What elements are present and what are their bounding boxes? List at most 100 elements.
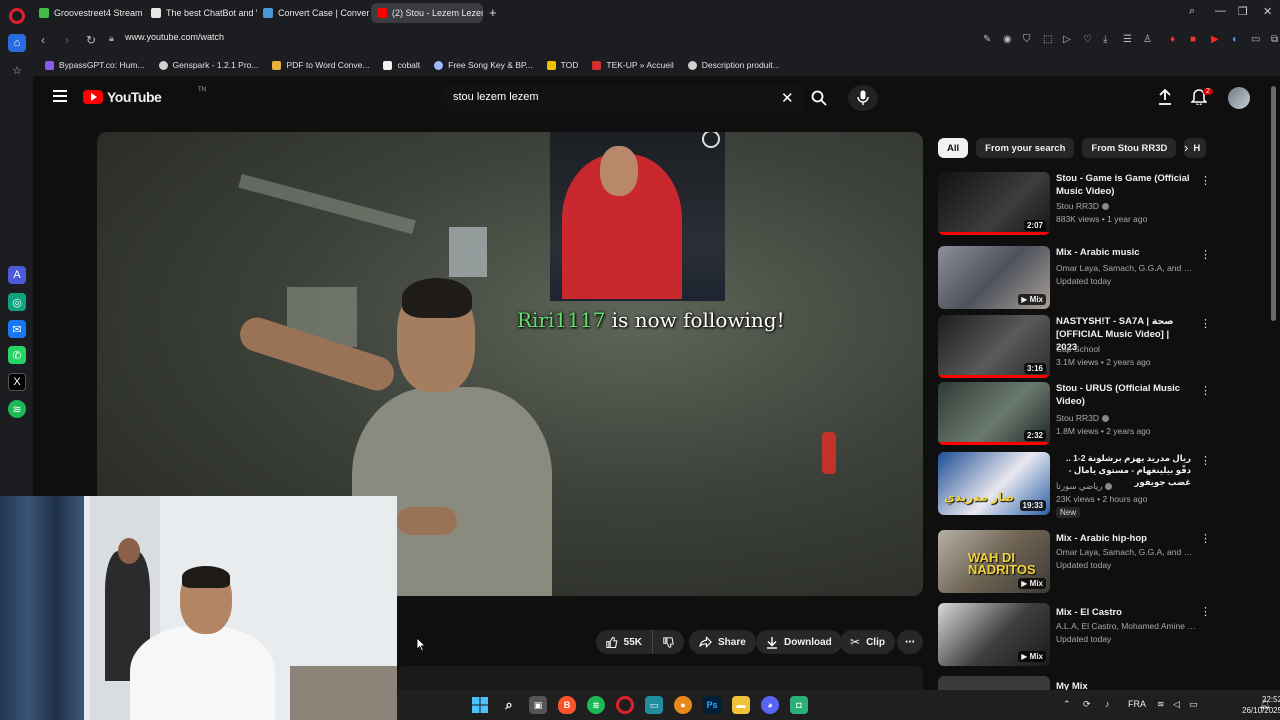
create-upload-icon[interactable] <box>1158 88 1172 110</box>
recommendation-item[interactable]: 2:32 Stou - URUS (Official Music Video) … <box>938 382 1268 448</box>
tray-chevron-up-icon[interactable]: ⌃ <box>1063 699 1071 710</box>
clip-button[interactable]: ✂ Clip <box>840 630 895 654</box>
bookmark-item[interactable]: cobalt <box>383 60 420 70</box>
wifi-icon[interactable]: ≋ <box>1157 699 1165 710</box>
channel-name[interactable]: Cap School <box>1056 343 1196 355</box>
video-thumbnail[interactable]: صار مدريدي 19:33 <box>938 452 1050 515</box>
hamburger-menu-icon[interactable] <box>53 90 67 102</box>
bookmark-item[interactable]: Genspark - 1.2.1 Pro... <box>158 60 258 70</box>
chip-all[interactable]: All <box>938 138 969 158</box>
task-view-icon[interactable]: ▣ <box>529 696 547 714</box>
channel-name[interactable]: Omar Laya, Samach, G.G.A, and more <box>1056 546 1196 558</box>
video-thumbnail[interactable]: 2:32 <box>938 382 1050 445</box>
screenshot-icon[interactable]: ⬚ <box>1043 34 1052 45</box>
forward-icon[interactable]: › <box>65 33 69 47</box>
mix-thumbnail[interactable]: ▶ Mix <box>938 246 1050 309</box>
opera-taskbar-icon[interactable] <box>616 696 634 714</box>
more-vertical-icon[interactable]: ⋮ <box>1200 174 1211 187</box>
aria-icon[interactable]: A <box>8 266 26 284</box>
more-actions-button[interactable]: ⋯ <box>897 630 923 654</box>
video-title[interactable]: My Mix <box>1056 680 1191 690</box>
extension-ad-icon[interactable]: ■ <box>1190 34 1196 45</box>
account-avatar[interactable] <box>1228 87 1250 109</box>
bookmark-item[interactable]: BypassGPT.co: Hum... <box>45 60 145 70</box>
voice-search-button[interactable] <box>848 85 878 111</box>
whatsapp-icon[interactable]: ✆ <box>8 346 26 364</box>
video-title[interactable]: Stou - URUS (Official Music Video) <box>1056 382 1191 408</box>
more-vertical-icon[interactable]: ⋮ <box>1200 605 1211 618</box>
play-icon[interactable]: ▷ <box>1063 34 1071 45</box>
home-icon[interactable]: ⌂ <box>8 34 26 52</box>
spotify-icon[interactable]: ≋ <box>8 400 26 418</box>
file-explorer-icon[interactable]: ▬ <box>732 696 750 714</box>
mix-thumbnail[interactable]: WAH DI NADRITOS ▶ Mix <box>938 530 1050 593</box>
messenger-icon[interactable]: ✉ <box>8 320 26 338</box>
close-window-icon[interactable]: ✕ <box>1263 5 1272 18</box>
bookmark-star-icon[interactable]: ☆ <box>8 61 26 79</box>
clear-search-icon[interactable]: ✕ <box>781 89 794 107</box>
edit-icon[interactable]: ✎ <box>983 34 991 45</box>
minimize-icon[interactable]: — <box>1215 5 1226 17</box>
recommendation-item[interactable]: 2:07 Stou - Game is Game (Official Music… <box>938 172 1268 238</box>
game-app-icon[interactable]: ◘ <box>790 696 808 714</box>
opera-logo-icon[interactable] <box>9 8 25 24</box>
share-button[interactable]: Share <box>689 630 756 654</box>
spotify-taskbar-icon[interactable]: ≋ <box>587 696 605 714</box>
tray-mic-icon[interactable]: ♪ <box>1105 699 1110 709</box>
recommendation-item[interactable]: 3:16 NASTYSH!T - SA7A | صحة [OFFICIAL Mu… <box>938 315 1268 381</box>
more-vertical-icon[interactable]: ⋮ <box>1200 384 1211 397</box>
chip-from-stou[interactable]: From Stou RR3D <box>1082 138 1177 158</box>
profile-icon[interactable]: ♙ <box>1143 34 1152 45</box>
url-field[interactable]: www.youtube.com/watch <box>125 32 224 42</box>
search-button[interactable] <box>803 85 835 111</box>
video-title[interactable]: Mix - El Castro <box>1056 606 1191 619</box>
camera-icon[interactable]: ◉ <box>1003 34 1012 45</box>
language-indicator[interactable]: FRA <box>1128 699 1146 709</box>
search-tabs-icon[interactable]: ⌕ <box>1189 5 1195 18</box>
channel-name[interactable]: Omar Laya, Samach, G.G.A, and more <box>1056 262 1196 274</box>
video-title[interactable]: Mix - Arabic hip-hop <box>1056 532 1191 545</box>
extension-red-icon[interactable]: ♦ <box>1170 34 1175 45</box>
more-vertical-icon[interactable]: ⋮ <box>1200 532 1211 545</box>
extension-wallet-icon[interactable]: ▭ <box>1251 34 1260 45</box>
bookmark-item[interactable]: PDF to Word Conve... <box>272 60 369 70</box>
taskbar-search-icon[interactable]: ⌕ <box>500 696 518 714</box>
easy-setup-icon[interactable]: ☰ <box>1123 34 1132 45</box>
description-panel[interactable] <box>397 666 923 690</box>
app-taskbar-icon[interactable]: ▭ <box>645 696 663 714</box>
mix-thumbnail[interactable]: ▶ Mix <box>938 603 1050 666</box>
photoshop-icon[interactable]: Ps <box>703 696 721 714</box>
extension-youtube-icon[interactable]: ▶ <box>1211 34 1219 45</box>
video-title[interactable]: Stou - Game is Game (Official Music Vide… <box>1056 172 1191 198</box>
mix-thumbnail[interactable] <box>938 676 1050 690</box>
download-button[interactable]: Download <box>756 630 842 654</box>
start-windows-icon[interactable] <box>471 696 489 714</box>
channel-name[interactable]: Stou RR3D <box>1056 412 1196 424</box>
like-button[interactable]: 55K <box>596 630 652 654</box>
channel-name[interactable]: Stou RR3D <box>1056 200 1196 212</box>
chatgpt-icon[interactable]: ◎ <box>8 293 26 311</box>
extensions-icon[interactable]: ⧉ <box>1271 34 1278 45</box>
download-icon[interactable]: ⤓ <box>1103 34 1107 45</box>
more-vertical-icon[interactable]: ⋮ <box>1200 454 1211 467</box>
tray-sync-icon[interactable]: ⟳ <box>1083 699 1091 710</box>
recommendation-item[interactable]: WAH DI NADRITOS ▶ Mix Mix - Arabic hip-h… <box>938 530 1268 596</box>
back-icon[interactable]: ‹ <box>41 33 45 47</box>
recommendation-item[interactable]: ▶ Mix Mix - Arabic music Omar Laya, Sama… <box>938 246 1268 312</box>
heart-icon[interactable]: ♡ <box>1083 34 1092 45</box>
bookmark-item[interactable]: TEK-UP » Accueil <box>592 60 674 70</box>
search-input[interactable]: stou lezem lezem ✕ <box>441 85 803 111</box>
maximize-icon[interactable]: ❐ <box>1238 5 1248 18</box>
more-vertical-icon[interactable]: ⋮ <box>1200 248 1211 261</box>
bookmark-item[interactable]: Free Song Key & BP... <box>434 60 533 70</box>
tab-youtube-active[interactable]: (2) Stou - Lezem Lezem✕ <box>371 3 483 23</box>
dislike-button[interactable] <box>652 630 684 654</box>
brave-browser-icon[interactable]: B <box>558 696 576 714</box>
reload-icon[interactable]: ↻ <box>86 33 96 47</box>
battery-icon[interactable]: ▭ <box>1189 699 1198 710</box>
video-thumbnail[interactable]: 2:07 <box>938 172 1050 235</box>
bookmark-item[interactable]: TOD <box>546 60 578 70</box>
channel-name[interactable]: A.L.A, El Castro, Mohamed Amine Hamz... <box>1056 620 1196 632</box>
chevron-right-icon[interactable]: › <box>1184 140 1188 155</box>
tab-chatbot[interactable]: The best ChatBot and Wi <box>145 3 257 23</box>
